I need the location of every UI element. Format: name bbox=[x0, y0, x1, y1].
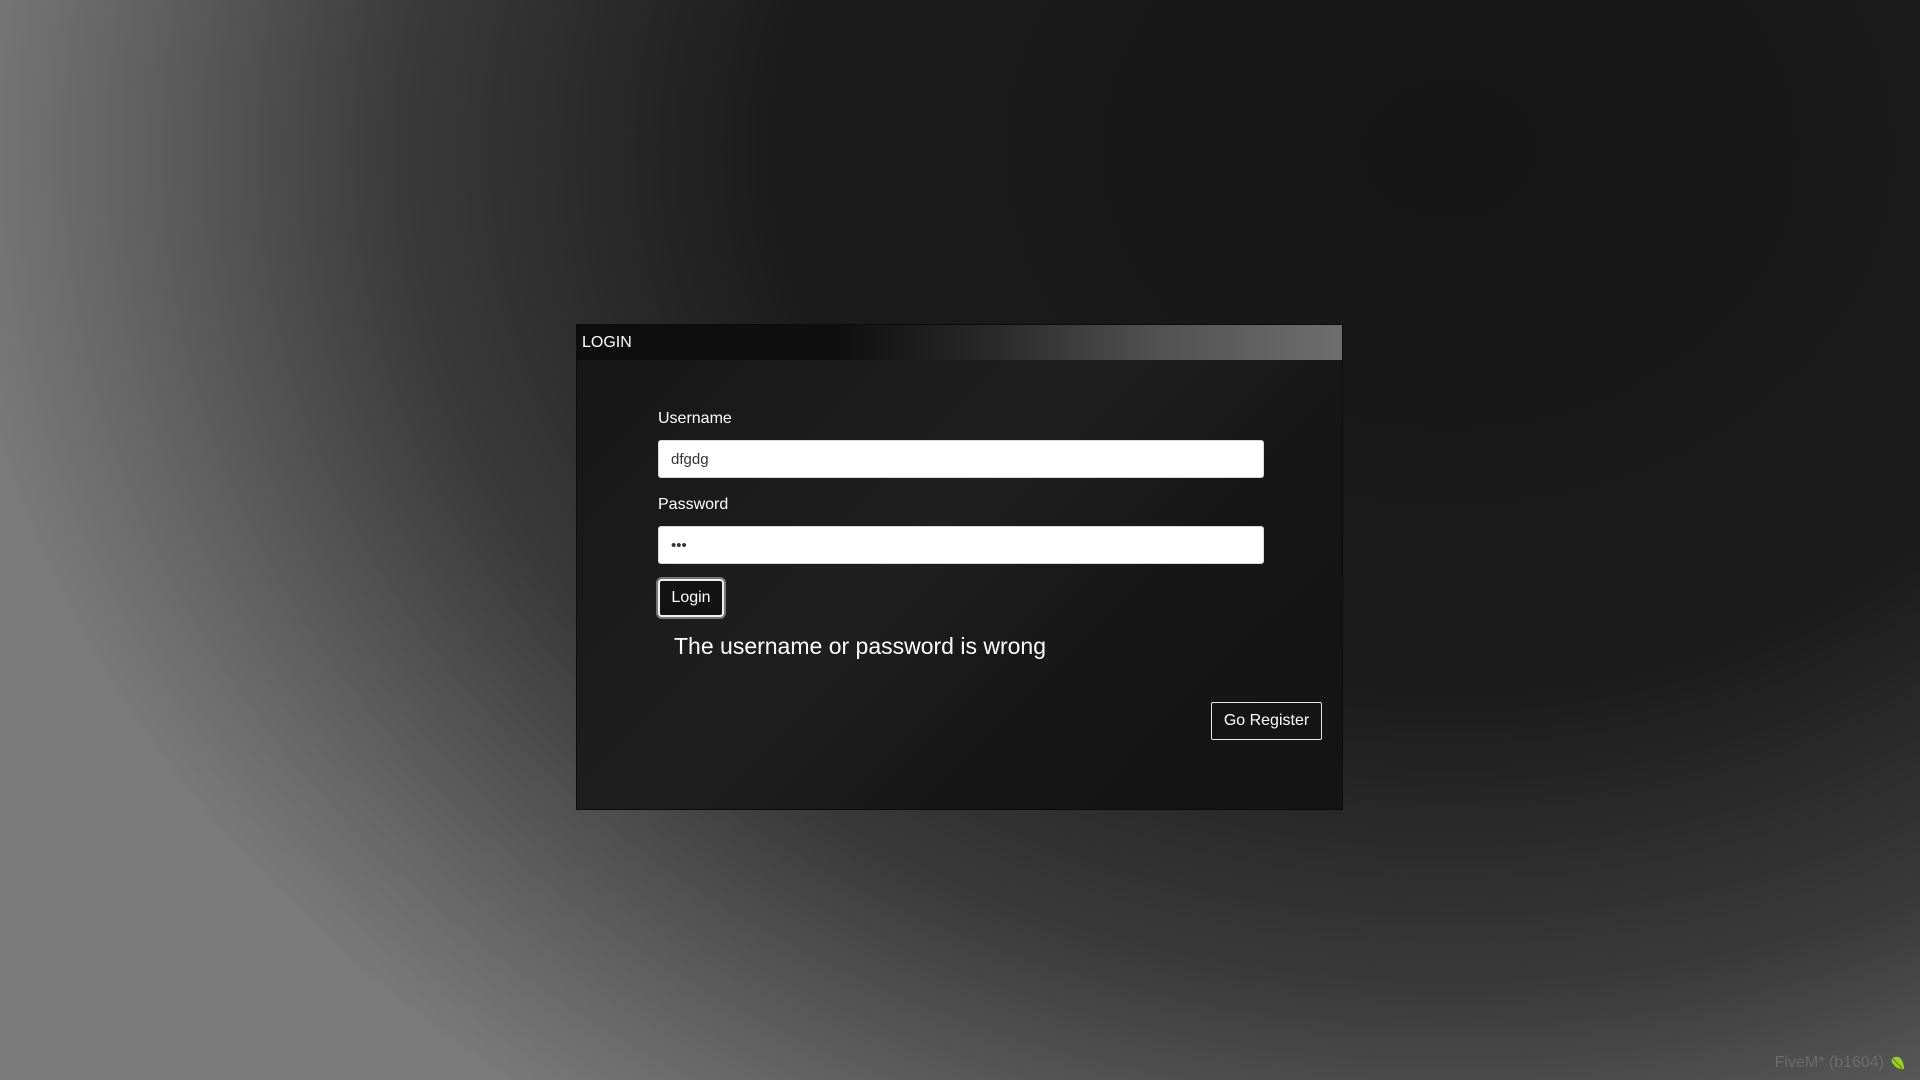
go-register-button[interactable]: Go Register bbox=[1211, 702, 1322, 740]
leaf-icon bbox=[1890, 1055, 1906, 1071]
version-text: FiveM* (b1604) bbox=[1774, 1054, 1884, 1071]
login-header: LOGIN bbox=[577, 325, 1342, 360]
password-label: Password bbox=[658, 496, 729, 513]
username-label: Username bbox=[658, 410, 732, 427]
error-message: The username or password is wrong bbox=[674, 633, 1046, 659]
username-input[interactable] bbox=[658, 440, 1264, 478]
version-tag: FiveM* (b1604) bbox=[1775, 1054, 1906, 1072]
password-input[interactable] bbox=[658, 526, 1264, 564]
login-panel: LOGIN Username Password Login The userna… bbox=[576, 324, 1343, 810]
login-button[interactable]: Login bbox=[658, 579, 724, 617]
